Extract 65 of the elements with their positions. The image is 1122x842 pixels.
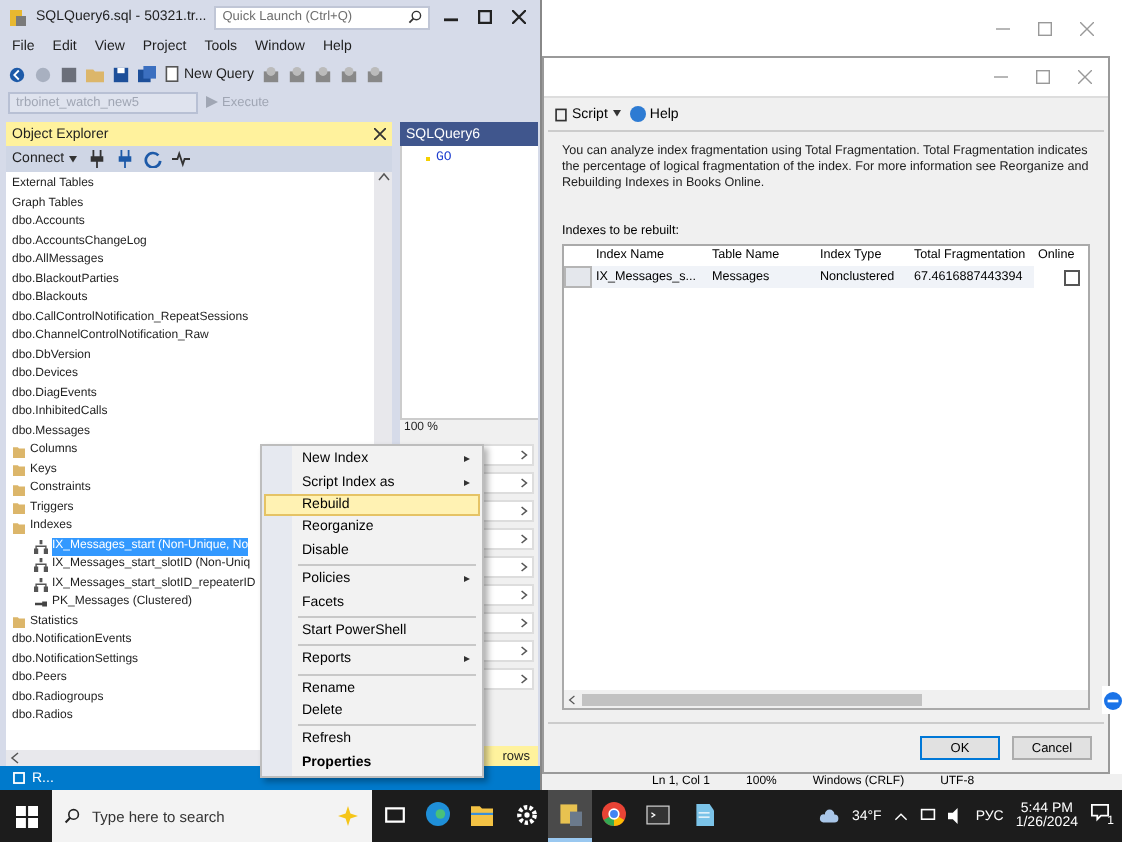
query-icon[interactable] (314, 65, 333, 83)
close-icon[interactable] (374, 128, 386, 140)
chevron-right-icon[interactable] (520, 618, 528, 628)
save-icon[interactable] (112, 65, 130, 83)
hierarchy-icon (34, 539, 48, 554)
activity-icon[interactable] (172, 150, 191, 168)
chevron-right-icon[interactable] (520, 590, 528, 600)
submenu-arrow-icon (464, 574, 470, 585)
save-all-icon[interactable] (138, 65, 156, 83)
play-icon (206, 96, 218, 108)
chevron-right-icon[interactable] (520, 674, 528, 684)
query-icon[interactable] (340, 65, 359, 83)
plug-icon[interactable] (116, 150, 135, 168)
help-icon (629, 106, 646, 122)
chevron-right-icon[interactable] (520, 478, 528, 488)
terminal-icon[interactable] (646, 803, 670, 825)
plug-icon[interactable] (88, 150, 107, 168)
submenu-arrow-icon (464, 654, 470, 665)
hierarchy-icon (34, 558, 48, 573)
chevron-right-icon[interactable] (520, 534, 528, 544)
submenu-arrow-icon (464, 477, 470, 488)
scroll-up-icon[interactable] (377, 172, 389, 182)
scrollbar-thumb[interactable] (582, 693, 922, 705)
document-icon (164, 66, 180, 82)
folder-icon[interactable] (470, 803, 494, 825)
search-icon (64, 808, 80, 824)
windows-logo-icon[interactable] (15, 805, 37, 827)
chevron-right-icon[interactable] (520, 562, 528, 572)
database-icon[interactable] (60, 65, 78, 83)
query-icon[interactable] (288, 65, 307, 83)
cloud-icon (815, 808, 840, 824)
checkbox[interactable] (1064, 269, 1080, 285)
browser-icon[interactable] (426, 802, 450, 826)
app-icon (8, 7, 28, 27)
message-icon (1090, 804, 1110, 822)
search-icon (408, 10, 423, 24)
chevron-right-icon[interactable] (520, 450, 528, 460)
sparkle-icon (336, 806, 360, 826)
close-icon[interactable] (512, 10, 527, 24)
script-icon (554, 107, 568, 121)
key-icon (34, 597, 48, 610)
folder-icon (12, 616, 26, 629)
scroll-left-icon[interactable] (568, 693, 576, 705)
gear-icon[interactable] (515, 803, 537, 825)
maximize-icon[interactable] (478, 10, 493, 24)
notepad-icon[interactable] (691, 803, 713, 825)
network-icon[interactable] (919, 808, 936, 824)
scrollbar[interactable] (564, 690, 1088, 708)
chevron-up-icon[interactable] (893, 809, 908, 823)
chrome-icon[interactable] (602, 802, 626, 826)
volume-icon[interactable] (947, 808, 964, 824)
query-icon[interactable] (366, 65, 385, 83)
refresh-icon[interactable] (144, 150, 163, 168)
submenu-arrow-icon (464, 454, 470, 465)
caret-icon (68, 155, 79, 163)
task-view-icon[interactable] (383, 803, 405, 825)
chevron-right-icon[interactable] (520, 506, 528, 516)
caret-icon (611, 110, 622, 118)
scroll-left-icon[interactable] (10, 752, 20, 764)
window-icon (12, 772, 26, 784)
back-icon[interactable] (8, 65, 26, 83)
chevron-right-icon[interactable] (520, 646, 528, 656)
app-icon[interactable] (558, 802, 582, 826)
hierarchy-icon (34, 577, 48, 592)
query-icon[interactable] (262, 65, 281, 83)
